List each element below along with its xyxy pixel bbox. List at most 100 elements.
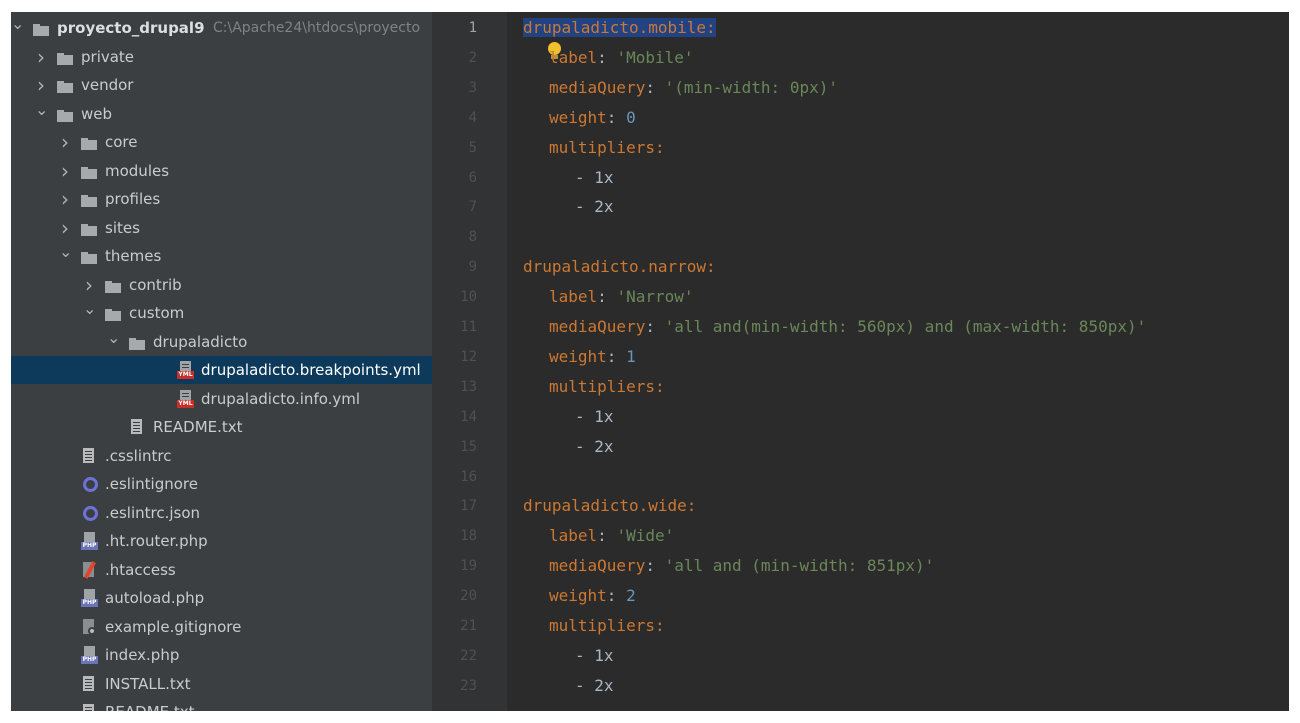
code-line[interactable]: multipliers:: [549, 611, 665, 641]
tree-item[interactable]: YML drupaladicto.info.yml: [11, 385, 432, 413]
tree-item[interactable]: README.txt: [11, 698, 432, 711]
chevron-right-icon[interactable]: ›: [59, 186, 71, 212]
tree-item[interactable]: README.txt: [11, 413, 432, 441]
project-root-item[interactable]: ⌄ proyecto_drupal9 C:\Apache24\htdocs\proy…: [11, 14, 432, 42]
tree-item[interactable]: › private: [11, 43, 432, 71]
code-line[interactable]: weight: 0: [549, 103, 636, 133]
code-line[interactable]: mediaQuery: 'all and (min-width: 851px)': [549, 551, 934, 581]
panel-splitter[interactable]: [432, 12, 439, 711]
code-line[interactable]: - 1x: [575, 402, 614, 432]
code-line[interactable]: label: 'Wide': [549, 521, 674, 551]
code-line[interactable]: multipliers:: [549, 133, 665, 163]
tree-item[interactable]: ⌄ web: [11, 100, 432, 128]
tree-item[interactable]: .csslintrc: [11, 442, 432, 470]
code-line[interactable]: drupaladicto.mobile:: [523, 13, 716, 43]
yaml-key: label: [549, 526, 598, 546]
php-badge: PHP: [81, 542, 98, 550]
line-number: 20: [460, 588, 477, 605]
code-line[interactable]: drupaladicto.wide:: [523, 491, 696, 521]
text-file-icon: [81, 675, 97, 693]
line-number: 6: [468, 169, 477, 186]
line-number: 22: [460, 647, 477, 664]
yaml-key: weight: [549, 107, 607, 127]
line-number: 18: [460, 528, 477, 545]
chevron-down-icon[interactable]: ⌄: [107, 328, 120, 347]
tree-item-label: README.txt: [105, 698, 195, 711]
code-line[interactable]: - 1x: [575, 163, 614, 193]
yaml-list-item: - 2x: [575, 197, 614, 217]
yaml-key: mediaQuery: [549, 77, 646, 97]
tree-item[interactable]: › vendor: [11, 71, 432, 99]
chevron-down-icon[interactable]: ⌄: [11, 15, 24, 33]
code-line[interactable]: - 2x: [575, 671, 614, 701]
yaml-list-item: - 1x: [575, 406, 614, 426]
chevron-right-icon[interactable]: ›: [59, 129, 71, 155]
line-number: 23: [460, 677, 477, 694]
code-line[interactable]: drupaladicto.narrow:: [523, 252, 716, 282]
yaml-key: multipliers:: [549, 137, 665, 157]
folder-icon: [57, 48, 73, 66]
chevron-right-icon[interactable]: ›: [35, 44, 47, 70]
text-file-icon: [81, 703, 97, 711]
ide-window: ⌄ proyecto_drupal9 C:\Apache24\htdocs\proy…: [11, 12, 1289, 711]
tree-item[interactable]: example.gitignore: [11, 613, 432, 641]
yaml-key: label: [549, 47, 598, 67]
tree-item-label: web: [81, 104, 113, 123]
project-tree[interactable]: ⌄ proyecto_drupal9 C:\Apache24\htdocs\proy…: [11, 12, 432, 711]
line-number: 10: [460, 289, 477, 306]
tree-item-label: proyecto_drupal9: [57, 19, 205, 37]
code-line[interactable]: multipliers:: [549, 372, 665, 402]
chevron-right-icon[interactable]: ›: [35, 72, 47, 98]
chevron-right-icon[interactable]: ›: [83, 272, 95, 298]
tree-item[interactable]: .eslintignore: [11, 470, 432, 498]
chevron-down-icon[interactable]: ⌄: [59, 243, 72, 261]
code-line[interactable]: - 2x: [575, 192, 614, 222]
code-line[interactable]: - 1x: [575, 641, 614, 671]
tree-item[interactable]: › core: [11, 128, 432, 156]
folder-icon: [81, 247, 97, 265]
chevron-down-icon[interactable]: ⌄: [83, 300, 96, 318]
code-line[interactable]: - 2x: [575, 432, 614, 462]
tree-item[interactable]: › contrib: [11, 271, 432, 299]
line-number: 3: [468, 79, 477, 96]
tree-item[interactable]: › modules: [11, 157, 432, 185]
chevron-down-icon[interactable]: ⌄: [35, 100, 48, 119]
line-number: 7: [468, 199, 477, 216]
code-editor[interactable]: drupaladicto.mobile: label: 'Mobile' media…: [507, 12, 1289, 711]
text-file-icon: [129, 418, 145, 436]
code-line[interactable]: label: 'Mobile': [549, 43, 694, 73]
line-number: 1: [468, 20, 477, 36]
tree-item[interactable]: ⌄ drupaladicto: [11, 328, 432, 356]
code-line[interactable]: mediaQuery: 'all and(min-width: 560px) a…: [549, 312, 1146, 342]
tree-item-label: themes: [105, 247, 162, 265]
tree-item[interactable]: PHP index.php: [11, 641, 432, 669]
gitignore-icon: [81, 618, 97, 636]
tree-item[interactable]: .eslintrc.json: [11, 499, 432, 527]
folder-icon: [81, 219, 97, 237]
chevron-right-icon[interactable]: ›: [59, 158, 71, 184]
tree-item[interactable]: YML drupaladicto.breakpoints.yml: [11, 356, 432, 384]
tree-item[interactable]: PHP .ht.router.php: [11, 527, 432, 555]
chevron-right-icon[interactable]: ›: [59, 215, 71, 241]
yml-file-icon: YML: [177, 361, 194, 379]
line-number: 16: [460, 468, 477, 485]
tree-item[interactable]: INSTALL.txt: [11, 670, 432, 698]
tree-item-label: .csslintrc: [105, 446, 172, 465]
php-file-icon: PHP: [81, 646, 98, 664]
code-line[interactable]: weight: 2: [549, 581, 636, 611]
code-line[interactable]: label: 'Narrow': [549, 282, 694, 312]
yaml-number-value: 0: [626, 107, 636, 127]
tree-item-label: autoload.php: [105, 589, 205, 607]
yaml-list-item: - 2x: [575, 675, 614, 695]
tree-item[interactable]: ⌄ custom: [11, 299, 432, 327]
tree-item[interactable]: PHP autoload.php: [11, 584, 432, 612]
tree-item[interactable]: › profiles: [11, 185, 432, 213]
code-line[interactable]: weight: 1: [549, 342, 636, 372]
tree-item[interactable]: › sites: [11, 214, 432, 242]
yml-badge: YML: [177, 399, 194, 408]
yml-file-icon: YML: [177, 389, 194, 408]
tree-item[interactable]: ⌄ themes: [11, 242, 432, 270]
code-line[interactable]: mediaQuery: '(min-width: 0px)': [549, 73, 838, 103]
line-number: 15: [460, 438, 477, 455]
tree-item[interactable]: .htaccess: [11, 556, 432, 584]
